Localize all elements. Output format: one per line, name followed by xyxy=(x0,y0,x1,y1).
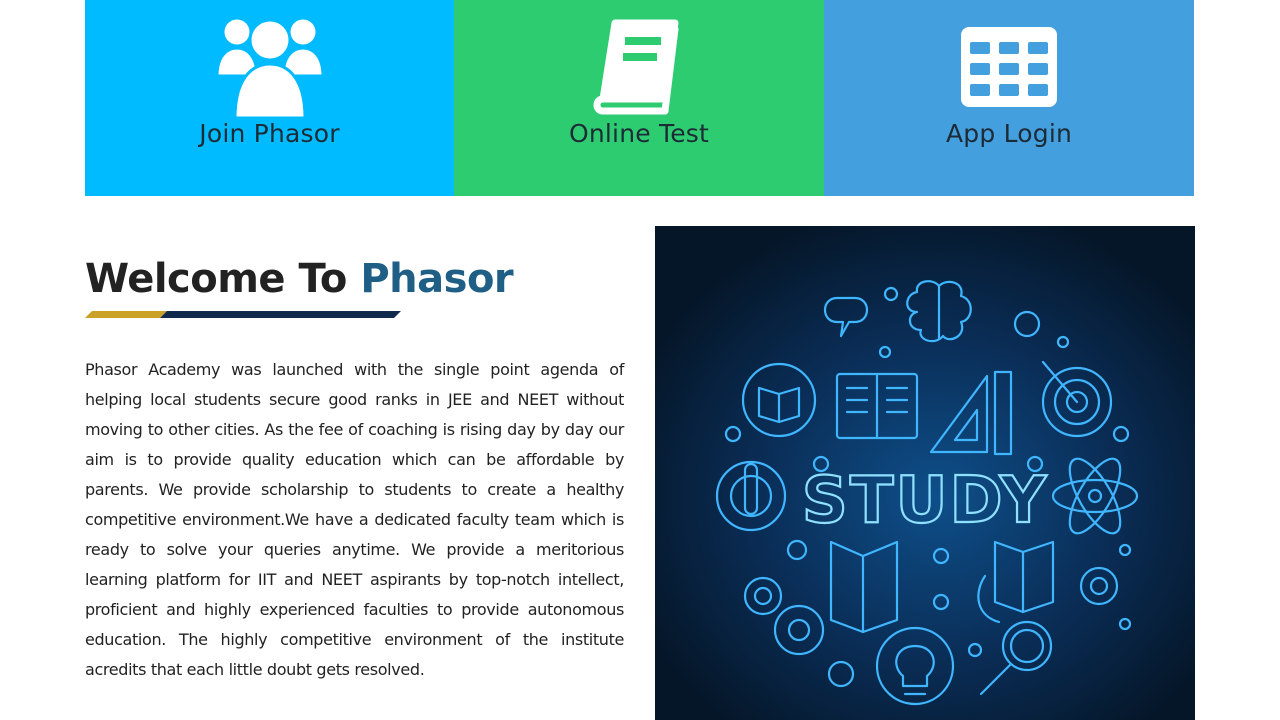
study-illustration: STUDY xyxy=(655,226,1195,720)
join-phasor-tile[interactable]: Join Phasor xyxy=(85,0,454,196)
welcome-prefix: Welcome To xyxy=(85,256,347,302)
app-login-label: App Login xyxy=(945,119,1073,148)
grid-icon xyxy=(824,14,1194,120)
join-phasor-label: Join Phasor xyxy=(199,119,340,148)
quick-links: Join Phasor Online Test App Login xyxy=(85,0,1194,196)
users-icon xyxy=(85,14,454,120)
online-test-label: Online Test xyxy=(568,119,710,148)
book-icon xyxy=(454,14,824,120)
study-caption: STUDY xyxy=(802,464,1049,538)
heading-underline xyxy=(85,311,401,318)
welcome-brand: Phasor xyxy=(360,256,514,302)
welcome-heading: Welcome To Phasor xyxy=(85,256,514,302)
about-paragraph: Phasor Academy was launched with the sin… xyxy=(85,360,624,679)
online-test-tile[interactable]: Online Test xyxy=(454,0,824,196)
app-login-tile[interactable]: App Login xyxy=(824,0,1194,196)
